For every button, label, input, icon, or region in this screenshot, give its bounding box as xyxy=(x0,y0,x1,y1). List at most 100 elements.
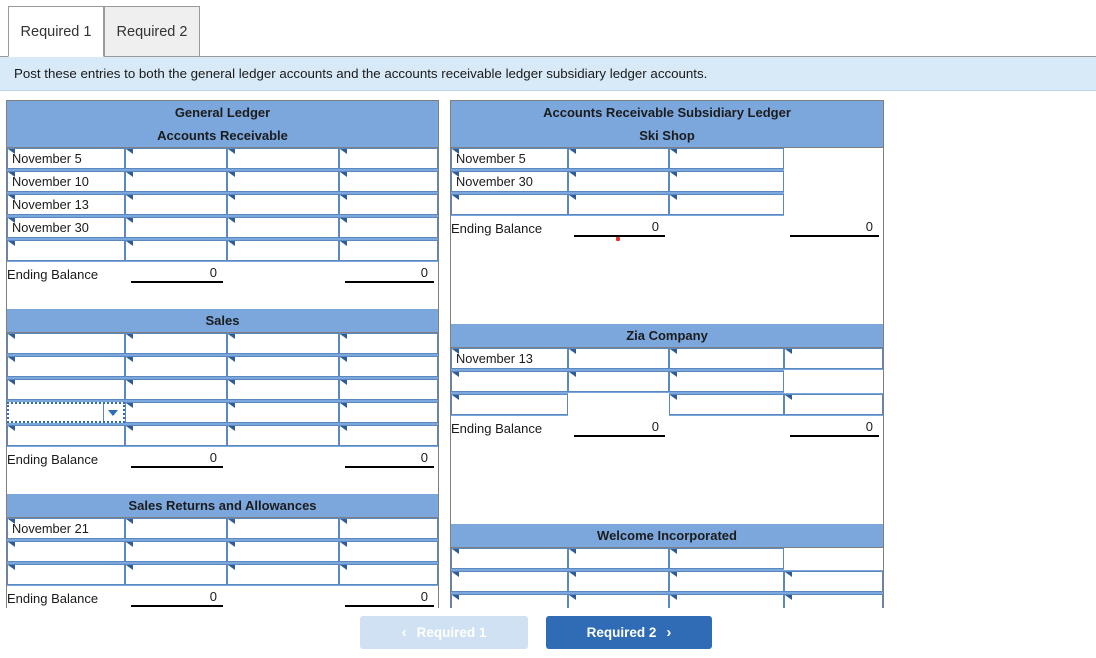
debit-input[interactable] xyxy=(125,240,227,261)
entry-date-input[interactable] xyxy=(451,371,568,392)
input-cell xyxy=(7,424,125,447)
debit-input[interactable] xyxy=(125,564,227,585)
entry-date-input[interactable] xyxy=(7,240,125,261)
reference-input[interactable] xyxy=(227,333,339,354)
credit-input[interactable] xyxy=(339,217,438,238)
ledger-entry-row xyxy=(451,193,883,216)
reference-input[interactable] xyxy=(227,217,339,238)
entry-date-input[interactable] xyxy=(7,333,125,354)
entry-date-input[interactable] xyxy=(7,425,125,446)
entry-date-input[interactable] xyxy=(451,394,568,415)
input-cell xyxy=(7,378,125,401)
reference-input[interactable] xyxy=(227,564,339,585)
entry-date-input[interactable] xyxy=(7,541,125,562)
reference-input[interactable] xyxy=(227,425,339,446)
credit-input[interactable] xyxy=(339,148,438,169)
reference-input[interactable] xyxy=(227,402,339,423)
reference-input[interactable] xyxy=(669,194,784,215)
input-cell xyxy=(339,355,438,378)
debit-input[interactable] xyxy=(125,518,227,539)
account-header-row: Welcome Incorporated xyxy=(451,524,883,547)
reference-input[interactable] xyxy=(227,194,339,215)
entry-date-input[interactable] xyxy=(7,379,125,400)
debit-input[interactable] xyxy=(125,148,227,169)
chevron-down-icon[interactable] xyxy=(103,404,122,421)
entry-date-input[interactable]: November 10 xyxy=(7,171,125,192)
debit-input[interactable] xyxy=(568,371,669,392)
credit-input[interactable] xyxy=(339,541,438,562)
entry-date-input[interactable] xyxy=(7,564,125,585)
reference-input[interactable] xyxy=(227,518,339,539)
entry-date-input[interactable]: November 30 xyxy=(7,217,125,238)
debit-input[interactable] xyxy=(568,194,669,215)
entry-date-input[interactable] xyxy=(451,571,568,592)
entry-date-input[interactable]: November 13 xyxy=(451,348,568,369)
reference-input[interactable] xyxy=(669,371,784,392)
input-cell xyxy=(339,147,438,170)
input-cell: November 13 xyxy=(451,347,568,370)
reference-input[interactable] xyxy=(669,394,784,415)
input-cell xyxy=(451,393,568,416)
credit-input[interactable] xyxy=(339,425,438,446)
debit-input[interactable] xyxy=(125,217,227,238)
reference-input[interactable] xyxy=(227,379,339,400)
entry-date-input[interactable]: November 21 xyxy=(7,518,125,539)
debit-input[interactable] xyxy=(125,194,227,215)
input-cell xyxy=(568,193,669,216)
tab-required-2[interactable]: Required 2 xyxy=(104,6,200,57)
debit-input[interactable] xyxy=(568,571,669,592)
input-cell: November 21 xyxy=(7,517,125,540)
credit-input[interactable] xyxy=(339,240,438,261)
reference-input[interactable] xyxy=(669,348,784,369)
debit-input[interactable] xyxy=(125,333,227,354)
reference-input[interactable] xyxy=(227,148,339,169)
debit-input[interactable] xyxy=(125,541,227,562)
input-cell xyxy=(568,347,669,370)
input-cell xyxy=(339,563,438,586)
debit-input[interactable] xyxy=(125,402,227,423)
account-date-dropdown[interactable] xyxy=(7,402,125,423)
ending-balance-credit-value: 0 xyxy=(345,589,434,607)
entry-date-input[interactable]: November 13 xyxy=(7,194,125,215)
debit-input[interactable] xyxy=(125,425,227,446)
reference-input[interactable] xyxy=(669,548,784,569)
credit-input[interactable] xyxy=(339,171,438,192)
input-cell xyxy=(669,570,784,593)
reference-input[interactable] xyxy=(227,240,339,261)
credit-input[interactable] xyxy=(339,518,438,539)
reference-input[interactable] xyxy=(227,541,339,562)
entry-date-input[interactable] xyxy=(451,548,568,569)
reference-input[interactable] xyxy=(227,356,339,377)
reference-input[interactable] xyxy=(227,171,339,192)
debit-input[interactable] xyxy=(568,148,669,169)
debit-input[interactable] xyxy=(125,356,227,377)
debit-input[interactable] xyxy=(568,171,669,192)
reference-input[interactable] xyxy=(669,571,784,592)
credit-input[interactable] xyxy=(339,564,438,585)
entry-date-input[interactable]: November 30 xyxy=(451,171,568,192)
entry-date-input[interactable]: November 5 xyxy=(7,148,125,169)
next-required-button[interactable]: Required 2 › xyxy=(546,616,712,649)
credit-input[interactable] xyxy=(339,356,438,377)
debit-input[interactable] xyxy=(568,548,669,569)
entry-date-input[interactable] xyxy=(451,194,568,215)
credit-input[interactable] xyxy=(339,333,438,354)
credit-input[interactable] xyxy=(784,571,883,592)
credit-input[interactable] xyxy=(784,394,883,415)
credit-input[interactable] xyxy=(339,379,438,400)
entry-date-input[interactable] xyxy=(7,356,125,377)
credit-input[interactable] xyxy=(339,402,438,423)
reference-input[interactable] xyxy=(669,148,784,169)
entry-date-input[interactable]: November 5 xyxy=(451,148,568,169)
credit-input[interactable] xyxy=(784,348,883,369)
debit-input[interactable] xyxy=(568,348,669,369)
debit-input[interactable] xyxy=(125,379,227,400)
reference-input[interactable] xyxy=(669,171,784,192)
account-header-row: Sales xyxy=(7,309,438,332)
input-cell xyxy=(227,424,339,447)
debit-input[interactable] xyxy=(125,171,227,192)
previous-required-button[interactable]: ‹ Required 1 xyxy=(360,616,528,649)
ledger-entry-row: November 30 xyxy=(7,216,438,239)
credit-input[interactable] xyxy=(339,194,438,215)
tab-required-1[interactable]: Required 1 xyxy=(8,6,104,57)
